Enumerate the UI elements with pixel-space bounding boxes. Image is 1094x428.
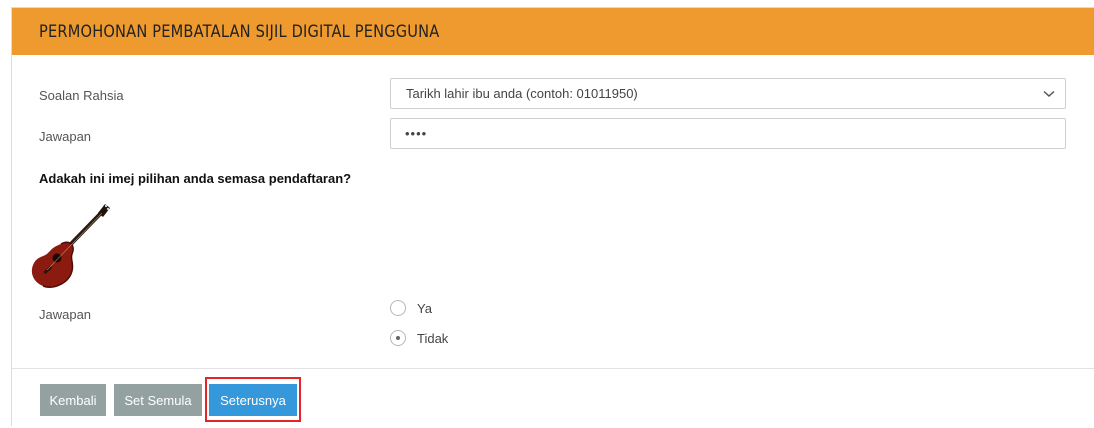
guitar-image xyxy=(26,199,116,295)
radio-option-tidak[interactable]: Tidak xyxy=(390,330,448,346)
image-answer-label: Jawapan xyxy=(39,307,92,322)
answer-password-field[interactable]: •••• xyxy=(390,118,1066,149)
next-button-highlight xyxy=(205,377,301,422)
image-question: Adakah ini imej pilihan anda semasa pend… xyxy=(39,171,352,186)
reset-button[interactable]: Set Semula xyxy=(114,384,202,416)
page-title: PERMOHONAN PEMBATALAN SIJIL DIGITAL PENG… xyxy=(39,21,440,42)
form-panel: PERMOHONAN PEMBATALAN SIJIL DIGITAL PENG… xyxy=(11,7,1094,428)
form-footer: Kembali Set Semula Seterusnya xyxy=(12,368,1094,428)
radio-label-tidak: Tidak xyxy=(417,330,449,346)
answer-label: Jawapan xyxy=(39,129,92,144)
secret-question-select[interactable]: Tarikh lahir ibu anda (contoh: 01011950) xyxy=(390,78,1066,109)
radio-label-ya: Ya xyxy=(417,300,432,316)
radio-option-ya[interactable]: Ya xyxy=(390,300,432,316)
secret-question-value: Tarikh lahir ibu anda (contoh: 01011950) xyxy=(406,86,638,101)
back-button[interactable]: Kembali xyxy=(40,384,106,416)
radio-tidak[interactable] xyxy=(390,330,406,346)
panel-header: PERMOHONAN PEMBATALAN SIJIL DIGITAL PENG… xyxy=(12,8,1094,55)
chevron-down-icon xyxy=(1043,88,1055,100)
radio-selected-dot xyxy=(396,336,400,340)
radio-ya[interactable] xyxy=(390,300,406,316)
secret-question-label: Soalan Rahsia xyxy=(39,88,124,103)
answer-masked-value: •••• xyxy=(405,126,428,141)
